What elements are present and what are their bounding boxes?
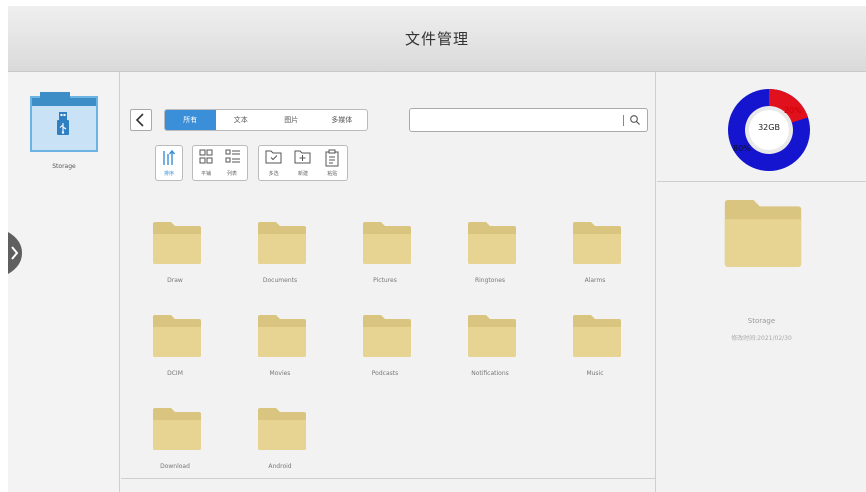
folder-name: DCIM: [167, 370, 183, 377]
card-band: [32, 98, 96, 106]
folder-name: Music: [586, 370, 604, 377]
tile-view-label: 平铺: [200, 171, 211, 177]
list-view-icon: [225, 149, 240, 163]
list-view-button[interactable]: 列表: [219, 146, 245, 180]
tile-view-button[interactable]: 平铺: [193, 146, 219, 180]
folder-item[interactable]: Ringtones: [450, 217, 530, 289]
search-icon[interactable]: [629, 114, 641, 126]
folder-item[interactable]: Documents: [240, 217, 320, 289]
grid-view-icon: [199, 149, 213, 164]
folder-item[interactable]: Download: [135, 403, 215, 475]
folder-icon: [468, 315, 516, 357]
folder-icon: [258, 408, 306, 450]
multi-select-icon: [265, 150, 282, 164]
multi-select-label: 多选: [268, 171, 279, 177]
list-view-label: 列表: [226, 171, 237, 177]
title-bar: 文件管理: [8, 6, 866, 72]
search-divider: [623, 115, 624, 126]
folder-name: Podcasts: [371, 370, 399, 377]
clipboard-icon: [325, 149, 339, 167]
selected-folder-icon: [724, 200, 802, 267]
multi-select-button[interactable]: 多选: [259, 146, 288, 180]
folder-name: Download: [160, 463, 190, 470]
folder-icon: [363, 222, 411, 264]
search-input[interactable]: [416, 112, 616, 128]
new-folder-icon: [294, 150, 311, 164]
folder-icon: [153, 408, 201, 450]
new-folder-button[interactable]: 新建: [288, 146, 317, 180]
folder-item[interactable]: Movies: [240, 310, 320, 382]
folder-icon: [573, 222, 621, 264]
folder-name: Ringtones: [474, 277, 506, 284]
selected-item-name: Storage: [747, 317, 776, 325]
tab-all[interactable]: 所有: [165, 110, 216, 130]
folder-icon: [153, 315, 201, 357]
storage-usage-area: 32GB 20% 80%: [657, 72, 866, 182]
capacity-label: 32GB: [758, 123, 780, 132]
folder-icon: [363, 315, 411, 357]
storage-label: Storage: [52, 163, 76, 170]
back-button[interactable]: [130, 109, 152, 131]
folder-icon: [153, 222, 201, 264]
sort-label: 排序: [163, 171, 174, 177]
folder-item[interactable]: Podcasts: [345, 310, 425, 382]
storage-device-card[interactable]: [30, 92, 98, 152]
selected-item-modified: 修改时间:2021/02/30: [731, 335, 792, 342]
folder-item[interactable]: Notifications: [450, 310, 530, 382]
folder-icon: [258, 315, 306, 357]
paste-label: 粘贴: [327, 171, 338, 177]
folder-item[interactable]: DCIM: [135, 310, 215, 382]
folder-icon: [573, 315, 621, 357]
view-mode-group: 平铺 列表: [192, 145, 248, 181]
usb-icon: [57, 112, 69, 135]
file-browser: 所有 文本 图片 多媒体 排序 平铺 列表 多选 新建 粘贴 Draw Docu…: [121, 72, 656, 492]
tab-images[interactable]: 图片: [266, 110, 317, 130]
tab-text[interactable]: 文本: [216, 110, 267, 130]
folder-name: Alarms: [584, 277, 606, 284]
used-percent-label: 20%: [784, 106, 802, 115]
free-percent-label: 80%: [733, 144, 751, 153]
folder-name: Pictures: [373, 277, 397, 284]
sort-icon: [163, 149, 176, 165]
folder-icon: [468, 222, 516, 264]
paste-button[interactable]: 粘贴: [318, 146, 347, 180]
search-box: [409, 108, 648, 132]
folder-item[interactable]: Alarms: [555, 217, 635, 289]
new-folder-label: 新建: [297, 171, 308, 177]
panel-divider: [121, 478, 655, 479]
category-tabs: 所有 文本 图片 多媒体: [164, 109, 368, 131]
actions-group: 多选 新建 粘贴: [258, 145, 348, 181]
expand-left-arrow-icon[interactable]: [8, 232, 22, 274]
folder-name: Documents: [262, 277, 298, 284]
folder-name: Notifications: [471, 370, 509, 377]
details-panel: 32GB 20% 80% Storage 修改时间:2021/02/30: [657, 72, 866, 492]
folder-name: Draw: [167, 277, 183, 284]
storage-sidebar: Storage: [8, 72, 120, 492]
folder-item[interactable]: Music: [555, 310, 635, 382]
folder-item[interactable]: Draw: [135, 217, 215, 289]
folder-item[interactable]: Pictures: [345, 217, 425, 289]
folder-icon: [258, 222, 306, 264]
chevron-left-icon: [135, 113, 144, 127]
folder-name: Android: [268, 463, 292, 470]
sort-group: 排序: [155, 145, 183, 181]
folder-item[interactable]: Android: [240, 403, 320, 475]
sort-button[interactable]: 排序: [156, 146, 182, 180]
window-title: 文件管理: [404, 30, 469, 48]
storage-usage-donut: 32GB 20% 80%: [727, 88, 811, 172]
folder-name: Movies: [269, 370, 291, 377]
tab-media[interactable]: 多媒体: [317, 110, 368, 130]
